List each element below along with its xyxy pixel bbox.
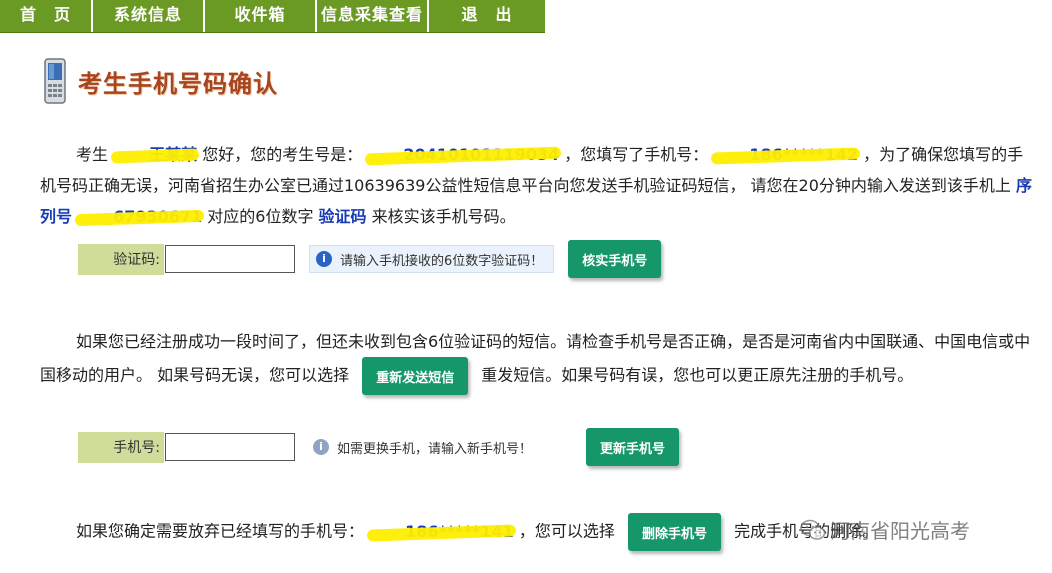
verify-phone-button[interactable]: 核实手机号 bbox=[568, 240, 662, 278]
nav-home[interactable]: 首 页 bbox=[0, 0, 93, 32]
info-icon: i bbox=[316, 251, 332, 267]
verification-instructions: 考生 王某某 您好，您的考生号是： 20410101119034 ，您填写了手机… bbox=[40, 139, 1035, 232]
text-exam-no-label: 您好，您的考生号是： bbox=[202, 145, 363, 164]
page-header: 考生手机号码确认 bbox=[42, 58, 278, 104]
update-phone-button[interactable]: 更新手机号 bbox=[586, 428, 680, 466]
info-icon: i bbox=[313, 439, 329, 455]
nav-inbox[interactable]: 收件箱 bbox=[205, 0, 317, 32]
nav-info-collection[interactable]: 信息采集查看 bbox=[317, 0, 429, 32]
update-phone-row: 手机号: i 如需更换手机，请输入新手机号！ 更新手机号 bbox=[78, 428, 680, 466]
verify-code-row: 验证码: i 请输入手机接收的6位数字验证码！ 核实手机号 bbox=[78, 240, 662, 278]
exam-number: 20410101119034 bbox=[367, 139, 559, 170]
code-label: 验证码 bbox=[318, 207, 367, 226]
current-phone: 186*****141 bbox=[369, 516, 514, 547]
nav-system-info[interactable]: 系统信息 bbox=[93, 0, 205, 32]
resend-sms-button[interactable]: 重新发送短信 bbox=[362, 357, 469, 395]
text-delete-info: 如果您确定需要放弃已经填写的手机号： bbox=[76, 521, 365, 541]
resend-instructions: 如果您已经注册成功一段时间了，但还未收到包含6位验证码的短信。请检查手机号是否正… bbox=[40, 326, 1035, 395]
text-delete-choose: ，您可以选择 bbox=[518, 521, 615, 541]
sequence-number: 67930671 bbox=[77, 201, 202, 232]
mobile-phone-icon bbox=[42, 58, 68, 104]
text-digits: 对应的6位数字 bbox=[207, 207, 314, 226]
verify-hint-text: 请输入手机接收的6位数字验证码！ bbox=[340, 253, 544, 269]
text-verify-end: 来核实该手机号码。 bbox=[371, 207, 516, 226]
new-phone-label: 手机号: bbox=[78, 431, 164, 463]
new-phone-hint-text: 如需更换手机，请输入新手机号！ bbox=[337, 441, 533, 457]
page-title: 考生手机号码确认 bbox=[78, 69, 278, 98]
text-phone-label: ，您填写了手机号： bbox=[564, 145, 709, 164]
new-phone-hint: i 如需更换手机，请输入新手机号！ bbox=[307, 433, 542, 461]
delete-phone-button[interactable]: 删除手机号 bbox=[627, 513, 721, 551]
verify-code-hint: i 请输入手机接收的6位数字验证码！ bbox=[309, 245, 555, 273]
verify-code-label: 验证码: bbox=[78, 243, 164, 275]
text-resend-end: 重发短信。如果号码有误，您也可以更正原先注册的手机号。 bbox=[481, 365, 914, 385]
nav-logout[interactable]: 退 出 bbox=[429, 0, 545, 32]
new-phone-input[interactable] bbox=[165, 433, 295, 461]
top-nav: 首 页 系统信息 收件箱 信息采集查看 退 出 bbox=[0, 0, 545, 33]
registered-phone: 186*****142 bbox=[713, 139, 858, 170]
candidate-name: 王某某 bbox=[113, 139, 197, 170]
verify-code-input[interactable] bbox=[165, 245, 295, 273]
wechat-watermark: 河南省阳光高考 bbox=[800, 515, 970, 544]
watermark-text: 河南省阳光高考 bbox=[830, 519, 970, 543]
wechat-icon bbox=[800, 519, 826, 540]
text-greet: 考生 bbox=[76, 145, 109, 164]
